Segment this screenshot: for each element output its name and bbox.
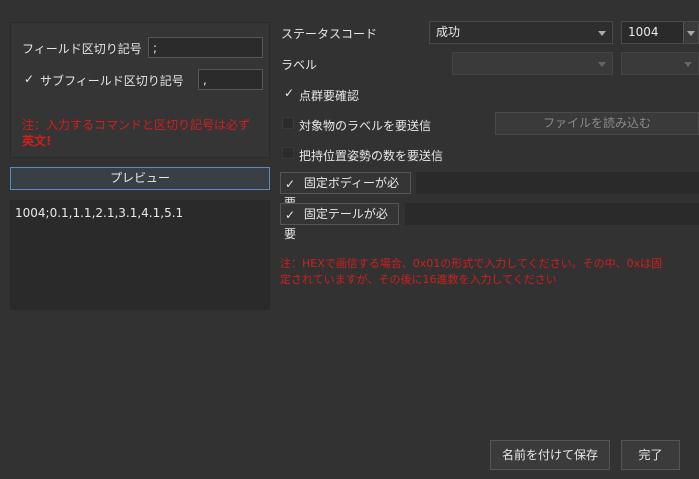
preview-text: 1004;0.1,1.1,2.1,3.1,4.1,5.1: [15, 206, 184, 220]
field-delimiter-input[interactable]: [148, 37, 263, 58]
subfield-delimiter-label: サブフィールド区切り記号: [40, 74, 184, 88]
fixed-tail-label: 固定テールが必要: [284, 207, 388, 241]
fixed-tail-toggle[interactable]: ✓ 固定テールが必要: [280, 203, 399, 241]
send-label-checkbox[interactable]: [282, 117, 294, 129]
label-select[interactable]: [452, 52, 613, 75]
subfield-checkbox[interactable]: ✓: [23, 73, 35, 85]
chevron-down-icon: [598, 61, 606, 67]
preview-button[interactable]: プレビュー: [10, 167, 270, 190]
status-code-select-value: 成功: [436, 25, 461, 39]
fixed-body-checkbox[interactable]: ✓: [284, 178, 296, 190]
delimiter-note-line1: 注：入力するコマンドと区切り記号は必ず: [22, 118, 251, 132]
fixed-tail-input[interactable]: [405, 203, 699, 225]
delimiter-note-line2: 英文!: [22, 134, 52, 148]
point-cloud-confirm-label: 点群要確認: [299, 89, 360, 103]
status-code-select[interactable]: 成功: [429, 21, 613, 44]
spin-button[interactable]: [683, 22, 698, 43]
subfield-delimiter-input[interactable]: [198, 69, 263, 90]
chevron-down-icon: [598, 30, 606, 36]
fixed-tail-checkbox[interactable]: ✓: [284, 209, 296, 221]
hex-note-line1: 注：HEXで画信する場合、0x01の形式で入力してください。その中、0xは固: [280, 257, 663, 270]
field-delimiter-label: フィールド区切り記号: [22, 42, 142, 56]
label-label: ラベル: [281, 58, 318, 72]
chevron-down-icon: [687, 30, 695, 36]
hex-note-line2: 定されていますが、その後に16進数を入力してください: [280, 273, 557, 286]
status-code-value: 1004: [628, 25, 659, 39]
label-select-secondary[interactable]: [621, 52, 699, 75]
hex-note: 注：HEXで画信する場合、0x01の形式で入力してください。その中、0xは固 定…: [280, 256, 699, 288]
save-as-button[interactable]: 名前を付けて保存: [490, 440, 610, 470]
send-label-label: 対象物のラベルを要送信: [299, 119, 432, 133]
send-pose-count-checkbox[interactable]: [282, 147, 294, 159]
send-pose-count-label: 把持位置姿勢の数を要送信: [299, 149, 444, 163]
fixed-body-input[interactable]: [416, 172, 699, 194]
delimiter-note: 注：入力するコマンドと区切り記号は必ず 英文!: [22, 117, 262, 149]
done-button[interactable]: 完了: [621, 440, 680, 470]
preview-output: 1004;0.1,1.1,2.1,3.1,4.1,5.1: [10, 200, 270, 310]
status-code-spinbox[interactable]: 1004: [621, 21, 699, 44]
status-code-label: ステータスコード: [281, 27, 378, 41]
point-cloud-confirm-checkbox[interactable]: ✓: [283, 87, 295, 99]
chevron-down-icon: [684, 61, 692, 67]
fixed-body-toggle[interactable]: ✓ 固定ボディーが必要: [280, 172, 411, 210]
load-file-button[interactable]: ファイルを読み込む: [495, 112, 699, 135]
